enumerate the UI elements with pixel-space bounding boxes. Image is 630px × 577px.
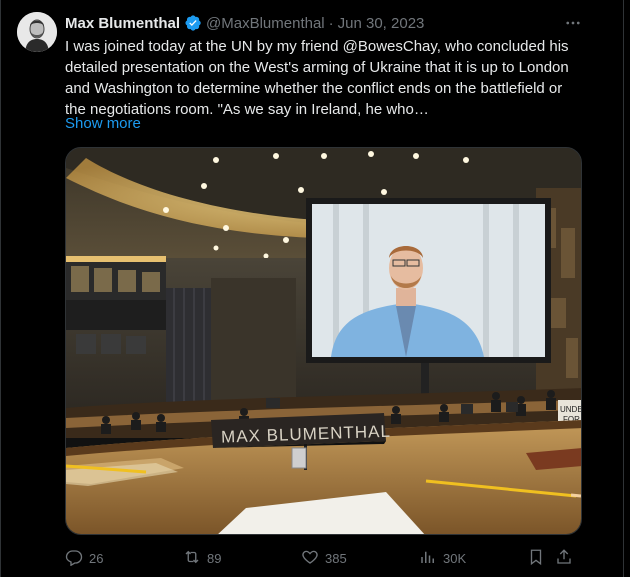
tweet-text: I was joined today at the UN by my frien… xyxy=(65,38,569,118)
repost-button[interactable]: 89 xyxy=(183,548,301,569)
reply-icon xyxy=(65,548,83,569)
verified-badge-icon xyxy=(184,14,202,32)
bookmark-button[interactable] xyxy=(527,548,555,569)
like-button[interactable]: 385 xyxy=(301,548,419,569)
reply-count: 26 xyxy=(89,550,104,566)
divider-left xyxy=(0,0,1,577)
show-more-link[interactable]: Show more xyxy=(65,115,141,132)
author-name[interactable]: Max Blumenthal xyxy=(65,15,180,32)
tweet-header: Max Blumenthal @MaxBlumenthal · Jun 30, … xyxy=(65,12,582,34)
like-count: 385 xyxy=(325,550,347,566)
side-sign-line1: UNDER xyxy=(560,405,582,414)
divider-right xyxy=(623,0,624,577)
share-icon xyxy=(555,548,573,569)
more-horizontal-icon[interactable] xyxy=(562,12,584,34)
views-button[interactable]: 30K xyxy=(419,548,527,569)
reply-button[interactable]: 26 xyxy=(65,548,183,569)
separator-dot: · xyxy=(328,14,334,32)
author-handle[interactable]: @MaxBlumenthal xyxy=(206,15,325,32)
views-icon xyxy=(419,548,437,569)
like-icon xyxy=(301,548,319,569)
action-bar: 26 89 385 30K xyxy=(65,546,585,570)
bookmark-icon xyxy=(527,548,545,569)
tweet[interactable]: Max Blumenthal @MaxBlumenthal · Jun 30, … xyxy=(0,0,630,577)
avatar[interactable] xyxy=(17,12,57,52)
tweet-photo[interactable]: UNDER FOR MAX BLUMENTHAL xyxy=(65,147,582,535)
repost-icon xyxy=(183,548,201,569)
tweet-date[interactable]: Jun 30, 2023 xyxy=(338,15,425,32)
views-count: 30K xyxy=(443,550,467,566)
share-button[interactable] xyxy=(555,548,579,569)
repost-count: 89 xyxy=(207,550,222,566)
